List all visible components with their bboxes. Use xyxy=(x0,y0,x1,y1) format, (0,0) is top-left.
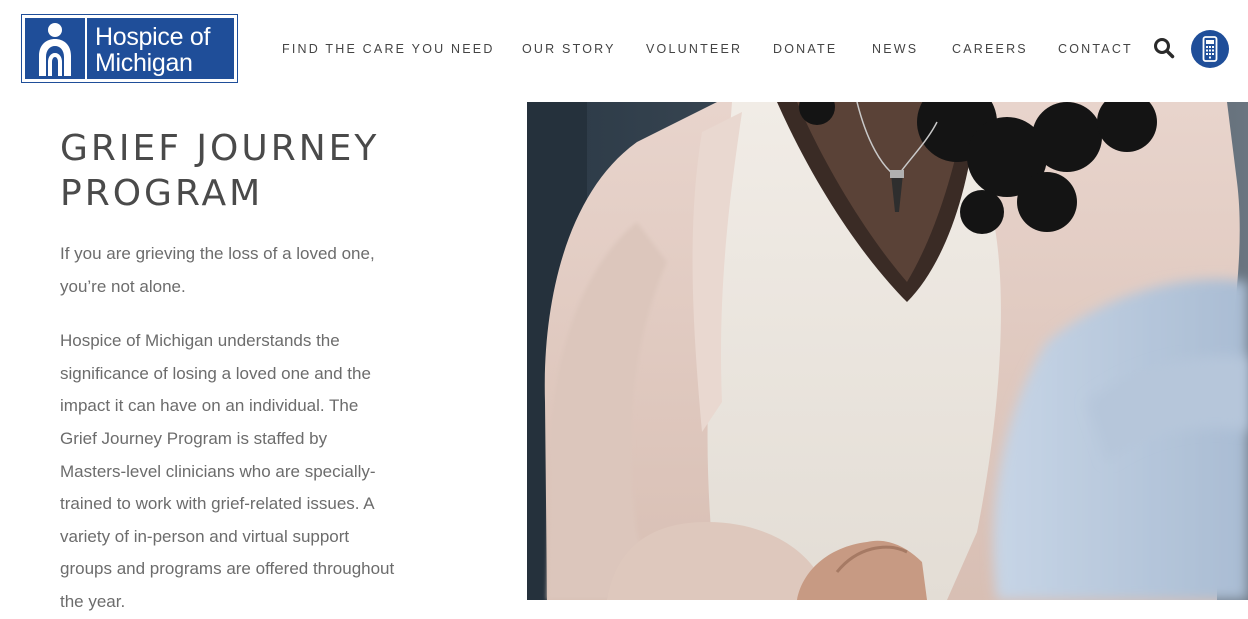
nav-contact[interactable]: CONTACT xyxy=(1058,40,1133,58)
page-title-line-2: PROGRAM xyxy=(60,173,264,214)
nav-volunteer[interactable]: VOLUNTEER xyxy=(646,40,742,58)
phone-button[interactable] xyxy=(1191,30,1229,68)
body-paragraph: Hospice of Michigan understands the sign… xyxy=(60,331,395,611)
logo-line-2: Michigan xyxy=(95,49,193,77)
nav-donate[interactable]: DONATE xyxy=(773,40,837,58)
page-title: GRIEF JOURNEY PROGRAM xyxy=(60,126,500,216)
photo-woman-clasped-hands-icon xyxy=(527,102,1248,600)
intro-paragraph: If you are grieving the loss of a loved … xyxy=(60,244,375,296)
logo-line-1: Hospice of xyxy=(95,23,211,51)
main-content: GRIEF JOURNEY PROGRAM If you are grievin… xyxy=(60,126,500,619)
phone-icon xyxy=(1202,36,1218,62)
search-icon[interactable] xyxy=(1153,37,1175,59)
logo-wordmark: Hospice of Michigan xyxy=(87,18,234,79)
logo-figure-icon xyxy=(25,18,87,79)
logo-badge: Hospice of Michigan xyxy=(25,18,234,79)
nav-find-the-care[interactable]: FIND THE CARE YOU NEED xyxy=(282,40,495,58)
site-header: Hospice of Michigan FIND THE CARE YOU NE… xyxy=(0,0,1248,100)
nav-careers[interactable]: CAREERS xyxy=(952,40,1028,58)
nav-our-story[interactable]: OUR STORY xyxy=(522,40,616,58)
nav-news[interactable]: NEWS xyxy=(872,40,918,58)
hospice-of-michigan-logo[interactable]: Hospice of Michigan xyxy=(21,14,238,83)
page-title-line-1: GRIEF JOURNEY xyxy=(60,128,380,169)
hero-photo xyxy=(527,102,1248,600)
